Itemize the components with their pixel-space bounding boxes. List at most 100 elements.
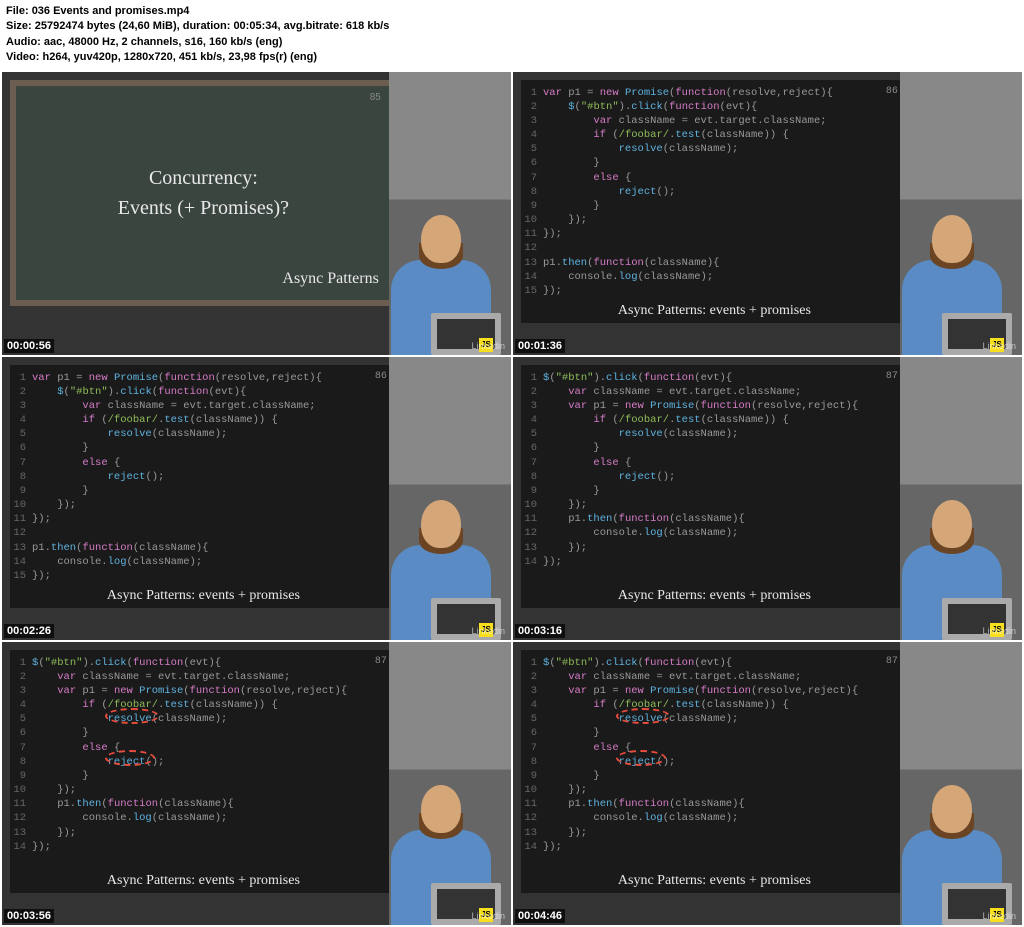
code-line: 1var p1 = new Promise(function(resolve,r…	[10, 371, 397, 385]
watermark-text: Linkedin	[982, 626, 1016, 636]
line-number: 2	[521, 385, 543, 399]
code-text: console.log(className);	[32, 555, 202, 569]
code-text: });	[543, 826, 587, 840]
line-number: 3	[521, 684, 543, 698]
code-text: resolve(className);	[32, 427, 227, 441]
code-line: 12 console.log(className);	[10, 811, 397, 825]
line-number: 5	[521, 427, 543, 441]
code-line: 13p1.then(function(className){	[521, 256, 908, 270]
timestamp-badge: 00:03:56	[4, 909, 54, 923]
code-text: });	[32, 512, 51, 526]
code-line: 8 reject();	[10, 470, 397, 484]
code-text: else {	[543, 171, 631, 185]
code-text: });	[543, 498, 587, 512]
line-number: 4	[10, 413, 32, 427]
timestamp-badge: 00:00:56	[4, 339, 54, 353]
code-line: 13p1.then(function(className){	[10, 541, 397, 555]
line-number: 12	[521, 811, 543, 825]
video-thumbnail[interactable]: 87 1$("#btn").click(function(evt){2 var …	[2, 642, 511, 925]
code-line: 7 else {	[521, 456, 908, 470]
line-number: 13	[521, 826, 543, 840]
code-line: 8 reject();	[521, 470, 908, 484]
line-number: 15	[521, 284, 543, 298]
line-number: 2	[521, 670, 543, 684]
presenter-area: JS Linkedin	[389, 642, 511, 925]
file-label: File:	[6, 5, 29, 17]
code-line: 2 $("#btn").click(function(evt){	[521, 100, 908, 114]
line-number: 14	[521, 840, 543, 854]
presenter-area: JS Linkedin	[900, 642, 1022, 925]
video-thumbnail[interactable]: 85 Concurrency:Events (+ Promises)? Asyn…	[2, 72, 511, 355]
code-text: p1.then(function(className){	[543, 797, 745, 811]
line-number: 7	[521, 456, 543, 470]
code-line: 11});	[521, 227, 908, 241]
code-text: $("#btn").click(function(evt){	[543, 371, 732, 385]
slide-caption: Async Patterns: events + promises	[618, 873, 811, 889]
file-name: 036 Events and promises.mp4	[32, 5, 190, 17]
code-text: }	[32, 484, 89, 498]
video-thumbnail[interactable]: 8 6 1var p1 = new Promise(function(resolv…	[2, 357, 511, 640]
line-number: 5	[521, 142, 543, 156]
video-thumbnail[interactable]: 87 1$("#btn").click(function(evt){2 var …	[513, 357, 1022, 640]
code-text: console.log(className);	[543, 526, 738, 540]
line-number: 3	[521, 114, 543, 128]
slide-number: 87	[375, 656, 387, 667]
code-text: });	[543, 213, 587, 227]
size-value: 25792474 bytes (24,60 MiB), duration: 00…	[35, 20, 390, 32]
size-label: Size:	[6, 20, 32, 32]
code-line: 6 }	[521, 156, 908, 170]
code-text: }	[543, 441, 600, 455]
code-line: 3 var p1 = new Promise(function(resolve,…	[521, 399, 908, 413]
line-number: 1	[521, 86, 543, 100]
audio-label: Audio:	[6, 36, 41, 48]
thumbnail-grid: 85 Concurrency:Events (+ Promises)? Asyn…	[0, 70, 1024, 927]
line-number: 8	[10, 470, 32, 484]
code-text: });	[32, 840, 51, 854]
code-editor: 87 1$("#btn").click(function(evt){2 var …	[521, 650, 908, 893]
code-text: }	[543, 484, 600, 498]
line-number: 8	[10, 755, 32, 769]
video-thumbnail[interactable]: 87 1$("#btn").click(function(evt){2 var …	[513, 642, 1022, 925]
line-number: 1	[521, 371, 543, 385]
code-line: 12	[521, 241, 908, 255]
code-text: var p1 = new Promise(function(resolve,re…	[32, 684, 347, 698]
code-text: }	[543, 199, 600, 213]
code-text: else {	[543, 456, 631, 470]
line-number: 13	[521, 256, 543, 270]
code-text: var className = evt.target.className;	[32, 399, 316, 413]
code-text: var className = evt.target.className;	[543, 670, 801, 684]
code-text: else {	[32, 456, 120, 470]
code-line: 9 }	[521, 769, 908, 783]
slide-number: 87	[886, 371, 898, 382]
code-line: 4 if (/foobar/.test(className)) {	[10, 413, 397, 427]
code-text: });	[32, 569, 51, 583]
code-text: var className = evt.target.className;	[543, 114, 827, 128]
code-text: $("#btn").click(function(evt){	[543, 656, 732, 670]
code-line: 10 });	[521, 213, 908, 227]
code-line: 7 else {	[10, 456, 397, 470]
line-number: 11	[10, 512, 32, 526]
line-number: 6	[10, 441, 32, 455]
line-number: 9	[10, 484, 32, 498]
code-text: });	[543, 555, 562, 569]
code-text: });	[543, 541, 587, 555]
timestamp-badge: 00:04:46	[515, 909, 565, 923]
line-number: 13	[10, 826, 32, 840]
code-line: 1$("#btn").click(function(evt){	[10, 656, 397, 670]
code-text: }	[32, 726, 89, 740]
code-line: 13 });	[10, 826, 397, 840]
line-number: 7	[10, 741, 32, 755]
code-line: 13 });	[521, 541, 908, 555]
line-number: 9	[10, 769, 32, 783]
code-editor: 8 6 1var p1 = new Promise(function(resolv…	[10, 365, 397, 608]
line-number: 11	[521, 227, 543, 241]
code-line: 14 console.log(className);	[10, 555, 397, 569]
code-text: console.log(className);	[543, 270, 713, 284]
line-number: 13	[10, 541, 32, 555]
code-line: 11 p1.then(function(className){	[521, 512, 908, 526]
video-value: h264, yuv420p, 1280x720, 451 kb/s, 23,98…	[42, 51, 317, 63]
line-number: 5	[521, 712, 543, 726]
line-number: 13	[521, 541, 543, 555]
video-thumbnail[interactable]: 86 1var p1 = new Promise(function(resolv…	[513, 72, 1022, 355]
line-number: 11	[10, 797, 32, 811]
